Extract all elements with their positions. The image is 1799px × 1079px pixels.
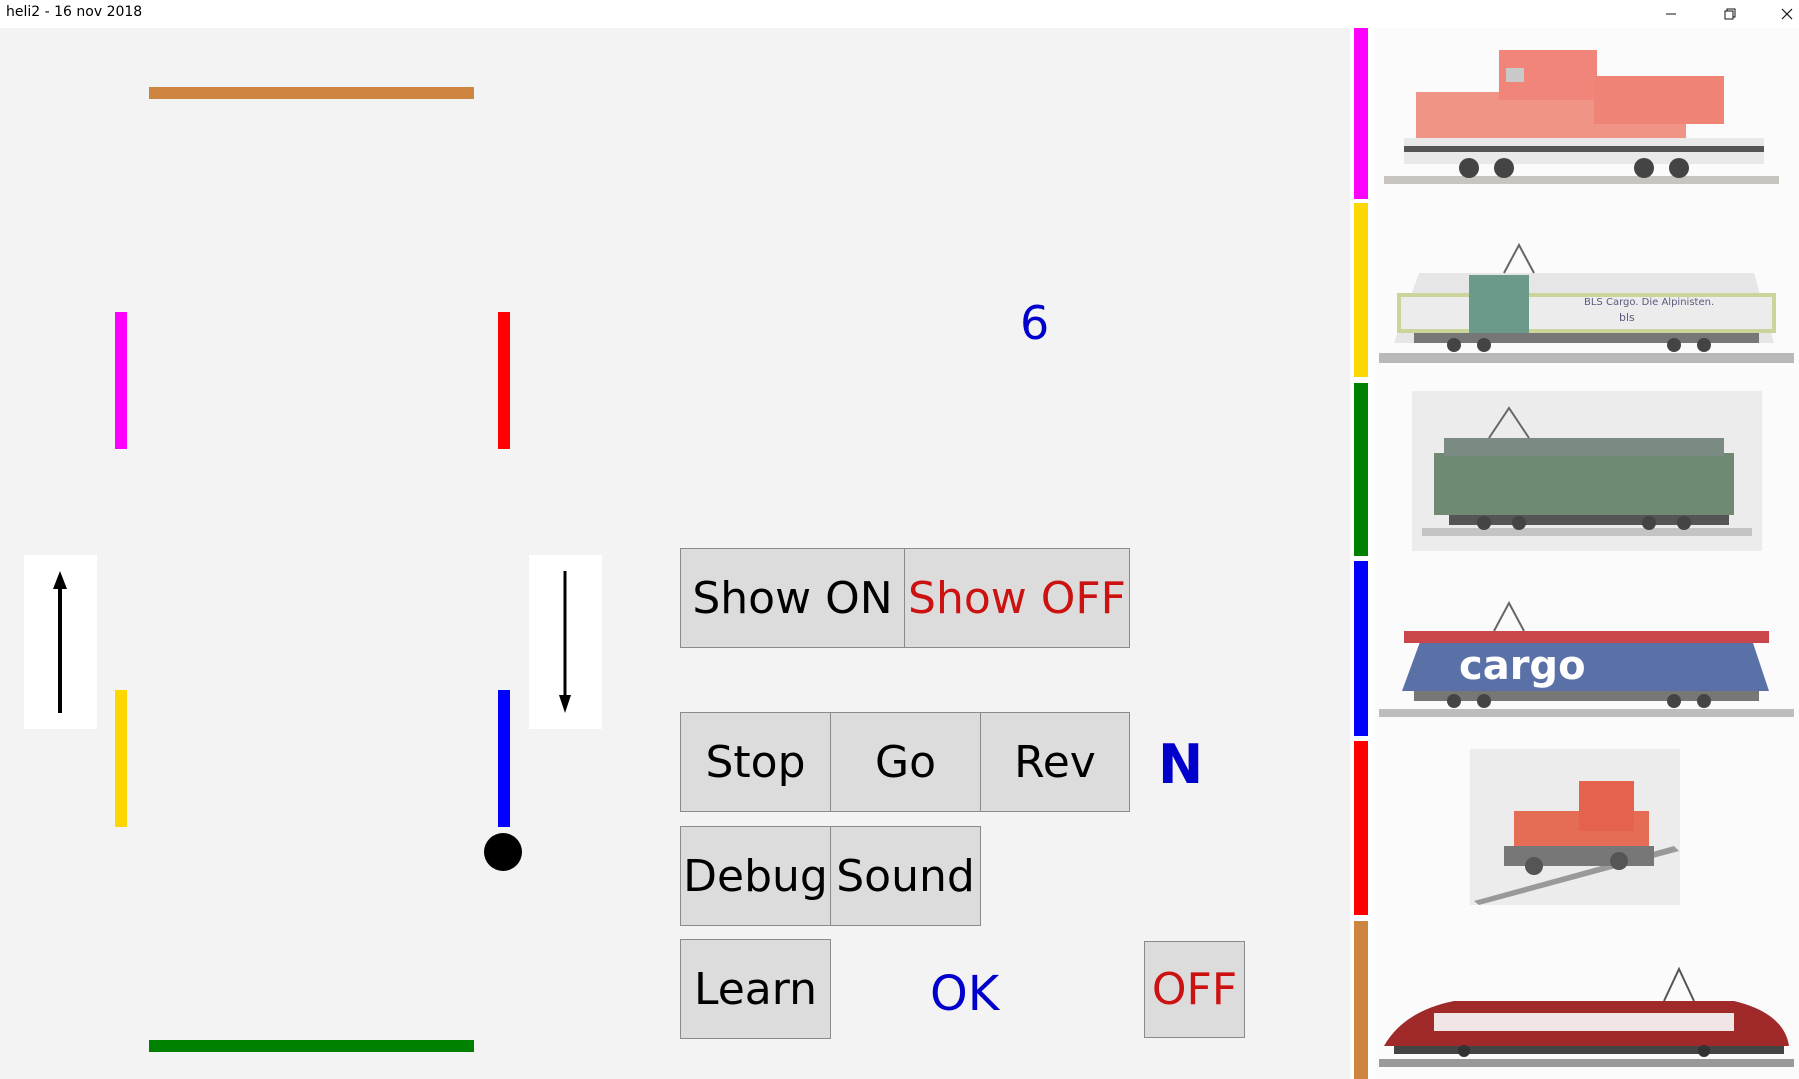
loco-color-bar [1354,741,1368,915]
go-button[interactable]: Go [830,712,981,812]
arrow-up-icon[interactable] [24,555,97,729]
loco-caption: BLS Cargo. Die Alpinisten. [1584,297,1714,308]
loco-green-re44[interactable] [1374,383,1799,561]
loco-color-bar [1354,921,1368,1079]
show-on-button[interactable]: Show ON [680,548,905,648]
status-label: OK [930,966,1000,1022]
bls-cargo-locomotive-image: BLS Cargo. Die Alpinisten. bls [1374,203,1799,383]
loco-brand: bls [1619,311,1635,324]
layout-panel: 6 Show ON Show OFF Stop Go Rev N Debug S… [0,28,1350,1079]
loco-bls-cargo[interactable]: BLS Cargo. Die Alpinisten. bls [1374,203,1799,383]
red-diesel-locomotive-image [1374,28,1799,203]
track-right-red [498,312,510,449]
title-bar: heli2 - 16 nov 2018 [0,0,1799,28]
cargo-electric-locomotive-image: cargo [1374,561,1799,741]
loco-color-bar [1354,203,1368,377]
debug-button[interactable]: Debug [680,826,831,926]
track-top-brown [149,87,474,99]
arrow-down-icon[interactable] [529,555,602,729]
track-left-yellow [115,690,127,827]
counter-value: 6 [1020,296,1050,350]
locomotive-list: BLS Cargo. Die Alpinisten. bls cargo [1350,28,1799,1079]
red-arrow-railcar-image [1374,921,1799,1079]
loco-red-diesel[interactable] [1374,28,1799,203]
window-title: heli2 - 16 nov 2018 [6,4,143,20]
loco-color-bar [1354,28,1368,199]
rev-button[interactable]: Rev [980,712,1130,812]
track-bottom-green [149,1040,474,1052]
minimize-icon[interactable] [1648,0,1694,28]
stop-button[interactable]: Stop [680,712,831,812]
loco-red-shunter[interactable] [1374,741,1799,921]
green-electric-locomotive-image [1374,383,1799,561]
loco-sbb-cargo[interactable]: cargo [1374,561,1799,741]
red-shunter-locomotive-image [1374,741,1799,921]
loco-red-arrow[interactable] [1374,921,1799,1079]
loco-color-bar [1354,561,1368,736]
track-left-magenta [115,312,127,449]
loco-color-bar [1354,383,1368,556]
train-position-dot-icon [484,833,522,871]
loco-caption: cargo [1459,643,1586,689]
mode-indicator: N [1158,733,1204,796]
show-off-button[interactable]: Show OFF [904,548,1130,648]
off-button[interactable]: OFF [1144,941,1245,1038]
close-icon[interactable] [1764,0,1799,28]
sound-button[interactable]: Sound [830,826,981,926]
track-right-blue [498,690,510,827]
restore-icon[interactable] [1707,0,1753,28]
learn-button[interactable]: Learn [680,939,831,1039]
